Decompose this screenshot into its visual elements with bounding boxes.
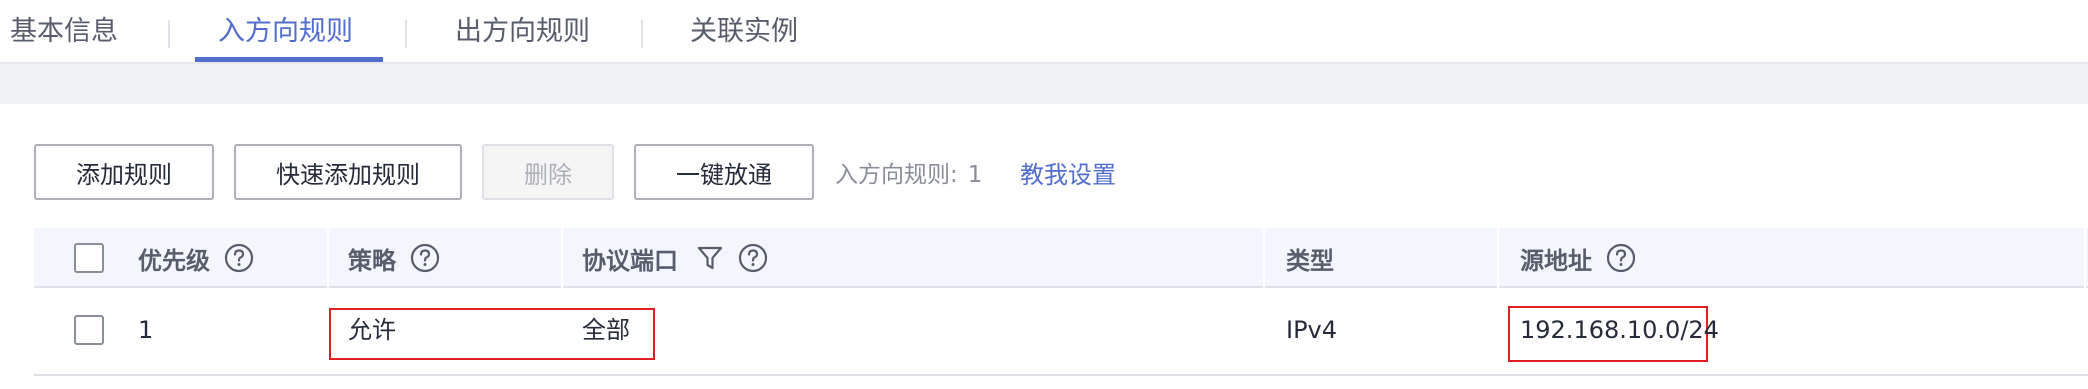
tab-basic-info[interactable]: 基本信息: [10, 12, 118, 52]
column-header-policy: 策略: [348, 228, 440, 288]
table-row: 1 允许 全部 IPv4 192.168.10.0/24: [34, 288, 2088, 376]
column-divider[interactable]: [2084, 228, 2086, 288]
help-setup-link[interactable]: 教我设置: [1020, 158, 1116, 192]
quick-add-rule-button[interactable]: 快速添加规则: [234, 144, 462, 200]
column-label: 源地址: [1520, 246, 1592, 275]
tab-bar: 基本信息 入方向规则 出方向规则 关联实例: [0, 0, 2088, 64]
cell-protocol-port: 全部: [582, 316, 630, 344]
cell-source: 192.168.10.0/24: [1520, 316, 1719, 344]
column-divider[interactable]: [1263, 228, 1265, 288]
active-tab-indicator: [195, 57, 383, 62]
help-icon[interactable]: [738, 243, 768, 273]
column-header-priority: 优先级: [138, 228, 254, 288]
rule-count-value: 1: [967, 162, 983, 188]
tab-outbound-rules[interactable]: 出方向规则: [455, 12, 590, 52]
column-divider[interactable]: [561, 228, 563, 288]
column-label: 优先级: [138, 246, 210, 275]
column-header-type: 类型: [1286, 228, 1334, 288]
help-icon[interactable]: [1606, 243, 1636, 273]
filter-icon[interactable]: [696, 244, 724, 272]
table-header: 优先级 策略 协议端口 类型 源地址: [34, 228, 2088, 288]
cell-priority: 1: [138, 316, 154, 344]
cell-type: IPv4: [1286, 316, 1338, 344]
tab-associated-instances[interactable]: 关联实例: [690, 12, 798, 52]
tab-divider: [405, 20, 407, 48]
tab-divider: [168, 20, 170, 48]
tab-inbound-rules[interactable]: 入方向规则: [218, 12, 353, 52]
help-icon[interactable]: [224, 243, 254, 273]
add-rule-button[interactable]: 添加规则: [34, 144, 214, 200]
help-icon[interactable]: [410, 243, 440, 273]
select-all-checkbox[interactable]: [74, 243, 104, 273]
column-label: 协议端口: [582, 246, 678, 275]
column-label: 类型: [1286, 246, 1334, 275]
row-checkbox[interactable]: [74, 315, 104, 345]
rule-count: 入方向规则: 1: [835, 158, 982, 192]
column-divider[interactable]: [327, 228, 329, 288]
column-divider[interactable]: [1497, 228, 1499, 288]
column-header-source: 源地址: [1520, 228, 1636, 288]
tab-divider: [641, 20, 643, 48]
rule-count-label: 入方向规则:: [835, 162, 958, 188]
section-separator: [0, 64, 2088, 104]
column-label: 策略: [348, 246, 396, 275]
column-header-protocol-port: 协议端口: [582, 228, 768, 288]
cell-policy: 允许: [348, 316, 396, 344]
one-click-allow-button[interactable]: 一键放通: [634, 144, 814, 200]
delete-button[interactable]: 删除: [482, 144, 614, 200]
